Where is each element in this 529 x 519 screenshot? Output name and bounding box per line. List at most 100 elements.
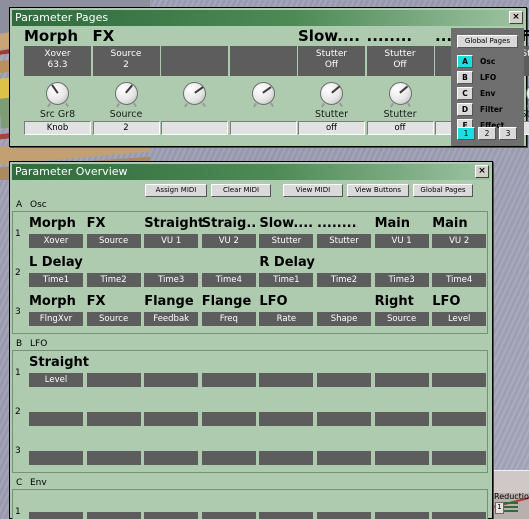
parameter-slot[interactable] bbox=[374, 373, 429, 387]
page-key-button[interactable]: C bbox=[457, 87, 473, 100]
column-value-field[interactable]: off bbox=[366, 121, 434, 135]
parameter-slot[interactable]: Time3 bbox=[144, 273, 199, 287]
parameter-slot[interactable]: Shape bbox=[317, 312, 371, 326]
cell-label: LFO bbox=[432, 294, 461, 309]
column-display[interactable] bbox=[229, 46, 297, 76]
parameter-slot[interactable]: Level bbox=[432, 312, 487, 326]
parameter-slot[interactable] bbox=[317, 451, 371, 465]
parameter-slot[interactable] bbox=[432, 512, 487, 519]
parameter-slot[interactable] bbox=[86, 512, 141, 519]
page-number-buttons: 123 bbox=[457, 127, 517, 140]
rotary-knob[interactable] bbox=[183, 81, 206, 107]
parameter-slot[interactable] bbox=[317, 412, 371, 426]
parameter-slot[interactable]: Stutter bbox=[259, 234, 314, 248]
parameter-slot[interactable] bbox=[259, 451, 314, 465]
column-value-field[interactable]: Knob bbox=[24, 121, 91, 135]
parameter-slot[interactable] bbox=[86, 451, 141, 465]
parameter-slot[interactable]: VU 2 bbox=[201, 234, 256, 248]
parameter-slot[interactable] bbox=[86, 373, 141, 387]
parameter-slot[interactable] bbox=[201, 512, 256, 519]
parameter-slot[interactable] bbox=[374, 512, 429, 519]
column-value-field[interactable] bbox=[229, 121, 297, 135]
parameter-slot[interactable]: Source bbox=[86, 234, 141, 248]
parameter-slot[interactable] bbox=[374, 451, 429, 465]
parameter-slot[interactable] bbox=[317, 373, 371, 387]
parameter-slot[interactable] bbox=[432, 451, 487, 465]
close-icon[interactable]: × bbox=[509, 11, 523, 24]
parameter-slot[interactable] bbox=[86, 412, 141, 426]
column-display[interactable] bbox=[161, 46, 228, 76]
page-number-button-1[interactable]: 1 bbox=[457, 127, 475, 140]
page-key-button[interactable]: A bbox=[457, 55, 473, 68]
parameter-slot[interactable] bbox=[201, 373, 256, 387]
rotary-knob[interactable] bbox=[46, 81, 69, 107]
parameter-slot[interactable] bbox=[144, 373, 199, 387]
column-value-field[interactable] bbox=[161, 121, 228, 135]
view-buttons-button[interactable]: View Buttons bbox=[347, 184, 409, 197]
parameter-slot[interactable] bbox=[259, 412, 314, 426]
parameter-slot[interactable] bbox=[259, 512, 314, 519]
parameter-slot[interactable]: Time1 bbox=[259, 273, 314, 287]
parameter-slot[interactable] bbox=[432, 412, 487, 426]
background-app-fragment[interactable]: Reductio 1 bbox=[492, 470, 529, 519]
parameter-slot[interactable] bbox=[317, 512, 371, 519]
parameter-slot[interactable]: VU 2 bbox=[432, 234, 487, 248]
parameter-slot[interactable]: Source bbox=[374, 312, 429, 326]
page-key-button[interactable]: B bbox=[457, 71, 473, 84]
parameter-slot[interactable] bbox=[432, 373, 487, 387]
parameter-slot[interactable]: Rate bbox=[259, 312, 314, 326]
parameter-slot[interactable]: Xover bbox=[29, 234, 83, 248]
rotary-knob[interactable] bbox=[114, 81, 138, 107]
parameter-pages-titlebar[interactable]: Parameter Pages × bbox=[12, 10, 524, 26]
column-display[interactable]: StutterOff bbox=[298, 46, 365, 76]
parameter-slot[interactable]: Time2 bbox=[86, 273, 141, 287]
parameter-slot[interactable] bbox=[144, 412, 199, 426]
close-icon[interactable]: × bbox=[475, 165, 489, 178]
parameter-slot[interactable] bbox=[29, 512, 83, 519]
parameter-overview-titlebar[interactable]: Parameter Overview × bbox=[12, 164, 490, 180]
parameter-slot[interactable]: FlngXvr bbox=[29, 312, 83, 326]
page-row-b[interactable]: B LFO bbox=[457, 70, 519, 85]
parameter-slot[interactable] bbox=[144, 451, 199, 465]
parameter-slot[interactable] bbox=[201, 412, 256, 426]
clear-midi-button[interactable]: Clear MIDI bbox=[211, 184, 271, 197]
view-midi-button[interactable]: View MIDI bbox=[283, 184, 343, 197]
global-pages-button[interactable]: Global Pages bbox=[413, 184, 473, 197]
parameter-slot[interactable] bbox=[144, 512, 199, 519]
rotary-knob[interactable] bbox=[251, 81, 275, 107]
parameter-slot[interactable]: VU 1 bbox=[374, 234, 429, 248]
rotary-knob[interactable] bbox=[525, 81, 529, 107]
parameter-slot[interactable] bbox=[374, 412, 429, 426]
parameter-slot[interactable]: Stutter bbox=[317, 234, 371, 248]
page-row-c[interactable]: C Env bbox=[457, 86, 519, 101]
assign-midi-button[interactable]: Assign MIDI bbox=[145, 184, 207, 197]
parameter-slot[interactable]: Time4 bbox=[201, 273, 256, 287]
column-display[interactable]: Xover 63.3 bbox=[24, 46, 91, 76]
parameter-slot[interactable]: Freq bbox=[201, 312, 256, 326]
parameter-slot[interactable]: Time4 bbox=[432, 273, 487, 287]
parameter-slot[interactable] bbox=[259, 373, 314, 387]
page-row-a[interactable]: A Osc bbox=[457, 54, 519, 69]
parameter-slot[interactable]: Level bbox=[29, 373, 83, 387]
parameter-slot[interactable]: Feedbak bbox=[144, 312, 199, 326]
page-key-button[interactable]: D bbox=[457, 103, 473, 116]
parameter-slot[interactable] bbox=[29, 451, 83, 465]
section-name: LFO bbox=[30, 339, 48, 349]
column-value-field[interactable]: 2 bbox=[92, 121, 160, 135]
column-value-field[interactable]: off bbox=[298, 121, 365, 135]
page-number-button-2[interactable]: 2 bbox=[478, 127, 496, 140]
parameter-slot[interactable] bbox=[201, 451, 256, 465]
column-display[interactable]: Source 2 bbox=[92, 46, 160, 76]
rotary-knob[interactable] bbox=[320, 81, 343, 107]
parameter-slot[interactable]: VU 1 bbox=[144, 234, 199, 248]
parameter-slot[interactable]: Time1 bbox=[29, 273, 83, 287]
global-pages-button[interactable]: Global Pages bbox=[457, 35, 518, 48]
column-display[interactable]: StutterOff bbox=[366, 46, 434, 76]
page-number-button-3[interactable]: 3 bbox=[499, 127, 517, 140]
rotary-knob[interactable] bbox=[388, 81, 412, 107]
parameter-slot[interactable]: Time2 bbox=[317, 273, 371, 287]
parameter-slot[interactable]: Source bbox=[86, 312, 141, 326]
page-row-d[interactable]: D Filter bbox=[457, 102, 519, 117]
parameter-slot[interactable]: Time3 bbox=[374, 273, 429, 287]
parameter-slot[interactable] bbox=[29, 412, 83, 426]
